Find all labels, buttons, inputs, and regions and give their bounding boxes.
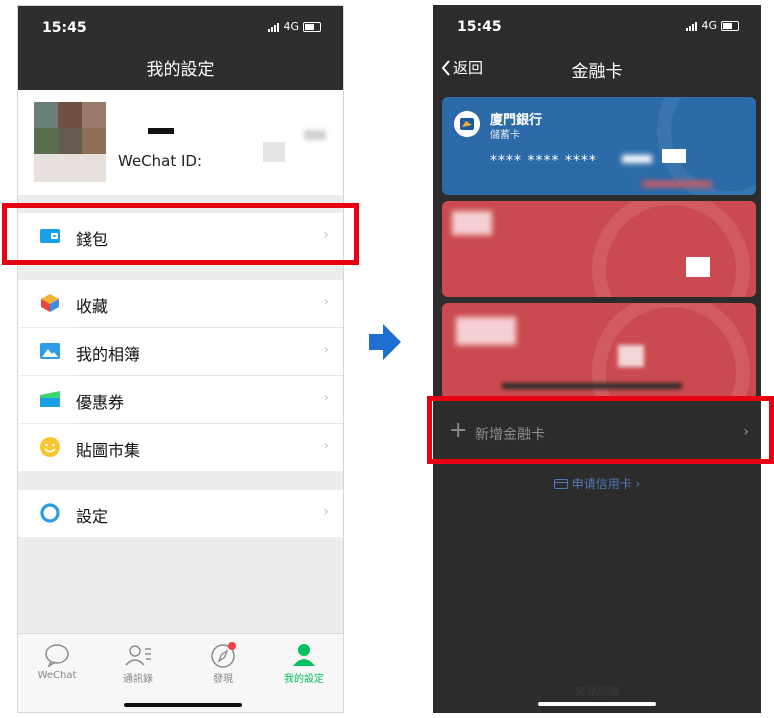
- chevron-right-icon: ›: [323, 390, 329, 406]
- sticker-icon: [40, 437, 60, 457]
- redacted-blur: [622, 155, 652, 163]
- profile-card[interactable]: WeChat ID:: [18, 90, 343, 195]
- menu-item-label: 設定: [76, 507, 109, 526]
- menu-item-favorites[interactable]: 收藏 ›: [18, 280, 343, 327]
- chevron-right-icon: ›: [323, 342, 329, 358]
- avatar-pixel: [58, 128, 82, 154]
- menu-item-stickers[interactable]: 貼圖市集 ›: [18, 424, 343, 471]
- bank-card-2[interactable]: [442, 201, 756, 297]
- menu-item-settings[interactable]: 設定 ›: [18, 490, 343, 537]
- status-time: 15:45: [457, 19, 502, 35]
- tab-bar: WeChat 通訊錄 發現 我的設定: [18, 633, 343, 712]
- battery-icon: [721, 20, 739, 31]
- home-indicator: [538, 702, 656, 706]
- status-signal: 4G: [268, 20, 321, 33]
- bank-card-xiamen[interactable]: 廈門銀行 儲蓄卡 **** **** ****: [442, 97, 756, 195]
- tab-label: 我的設定: [284, 674, 324, 685]
- avatar-pixel: [34, 128, 58, 154]
- signal-icon: [686, 21, 698, 31]
- redacted-block: [662, 149, 686, 163]
- redacted-block: [686, 257, 710, 277]
- avatar: [34, 102, 58, 128]
- menu-item-album[interactable]: 我的相簿 ›: [18, 328, 343, 375]
- wechat-id-label: WeChat ID:: [118, 152, 203, 170]
- tab-discover[interactable]: 發現: [188, 640, 258, 685]
- nav-bar: 金融卡 返回: [433, 49, 761, 89]
- highlight-box-wallet: [2, 203, 359, 265]
- status-bar: 15:45 4G: [433, 5, 761, 49]
- network-type: 4G: [283, 20, 299, 33]
- tab-wechat[interactable]: WeChat: [22, 640, 92, 681]
- network-type: 4G: [701, 19, 717, 32]
- home-indicator: [124, 703, 242, 707]
- battery-icon: [303, 21, 321, 32]
- avatar-pixel: [34, 154, 106, 182]
- chevron-left-icon: [441, 59, 450, 76]
- qr-code-icon[interactable]: [263, 142, 285, 162]
- menu-item-label: 收藏: [76, 297, 109, 316]
- tab-label: 通訊錄: [123, 674, 153, 685]
- status-time: 15:45: [42, 20, 87, 36]
- album-icon: [40, 343, 60, 359]
- tab-label: WeChat: [37, 670, 77, 681]
- redacted-blur: [502, 383, 682, 389]
- back-label: 返回: [453, 59, 484, 77]
- avatar-pixel: [82, 102, 106, 128]
- wechat-me-screen: 15:45 4G 我的設定 WeChat ID: 錢包 › 收藏 › 我的相簿 …: [17, 5, 344, 713]
- tab-label: 發現: [213, 674, 233, 685]
- redacted-blur: [304, 130, 326, 140]
- chevron-right-icon: ›: [323, 438, 329, 454]
- apply-credit-card-link[interactable]: 申请信用卡 ›: [433, 475, 761, 492]
- apply-credit-label: 申请信用卡 ›: [571, 477, 641, 491]
- contacts-icon: [103, 640, 173, 670]
- signal-icon: [268, 22, 280, 32]
- chat-bubble-icon: [22, 640, 92, 670]
- chevron-right-icon: ›: [323, 294, 329, 310]
- favorites-icon: [41, 294, 59, 312]
- status-signal: 4G: [686, 19, 739, 32]
- bank-cards-screen: 15:45 4G 金融卡 返回 廈門銀行 儲蓄卡 **** **** ****: [433, 5, 761, 713]
- card-watermark: [592, 201, 750, 297]
- avatar-pixel: [58, 102, 82, 128]
- redacted-blur: [456, 317, 516, 345]
- menu-item-label: 優惠券: [76, 393, 125, 412]
- menu-item-label: 貼圖市集: [76, 441, 141, 460]
- faq-link[interactable]: 常見問題: [433, 683, 761, 699]
- redacted-blur: [642, 181, 712, 187]
- redacted-blur: [618, 345, 644, 367]
- chevron-right-icon: ›: [323, 504, 329, 520]
- credit-card-icon: [553, 479, 568, 489]
- tab-me[interactable]: 我的設定: [269, 640, 339, 685]
- card-type: 儲蓄卡: [490, 130, 520, 141]
- coupon-icon: [40, 391, 60, 407]
- redacted-blur: [452, 211, 492, 235]
- highlight-box-add-card: [427, 396, 774, 464]
- arrow-right-icon: [369, 324, 401, 360]
- status-bar: 15:45 4G: [18, 6, 343, 50]
- person-icon: [269, 640, 339, 670]
- card-number: **** **** ****: [490, 153, 597, 169]
- tab-contacts[interactable]: 通訊錄: [103, 640, 173, 685]
- redacted-name: [148, 128, 174, 134]
- back-button[interactable]: 返回: [441, 57, 483, 78]
- bank-card-3[interactable]: [442, 303, 756, 399]
- menu-item-coupons[interactable]: 優惠券 ›: [18, 376, 343, 423]
- settings-icon: [40, 503, 60, 523]
- bank-logo-icon: [454, 111, 480, 137]
- compass-icon: [188, 640, 258, 670]
- menu-item-label: 我的相簿: [76, 345, 141, 364]
- page-title: 我的設定: [18, 50, 343, 90]
- avatar-pixel: [82, 128, 106, 154]
